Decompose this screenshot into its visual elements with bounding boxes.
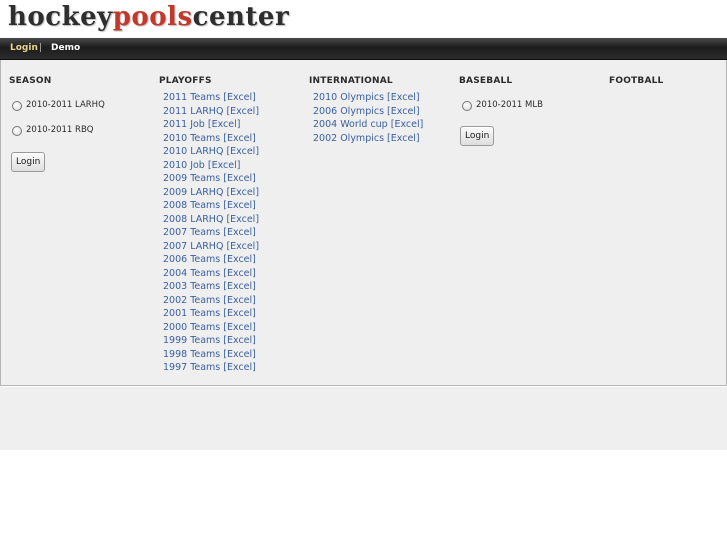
list-item: 2010 LARHQ [Excel]	[163, 145, 259, 159]
playoffs-link[interactable]: 2001 Teams [Excel]	[163, 308, 256, 319]
playoffs-link[interactable]: 2011 Teams [Excel]	[163, 92, 256, 103]
site-logo[interactable]: hockeypoolscenter	[8, 2, 289, 32]
playoffs-link[interactable]: 2010 Teams [Excel]	[163, 133, 256, 144]
list-item: 2004 World cup [Excel]	[313, 118, 423, 132]
playoffs-link[interactable]: 2008 LARHQ [Excel]	[163, 214, 259, 225]
international-link[interactable]: 2006 Olympics [Excel]	[313, 106, 420, 117]
season-radio-larhq[interactable]	[12, 101, 22, 111]
list-item: 1998 Teams [Excel]	[163, 348, 259, 362]
international-link[interactable]: 2010 Olympics [Excel]	[313, 92, 420, 103]
playoffs-link[interactable]: 1997 Teams [Excel]	[163, 362, 256, 373]
international-link[interactable]: 2004 World cup [Excel]	[313, 119, 423, 130]
playoffs-link[interactable]: 2002 Teams [Excel]	[163, 295, 256, 306]
list-item: 2006 Teams [Excel]	[163, 253, 259, 267]
list-item: 2000 Teams [Excel]	[163, 321, 259, 335]
playoffs-link-list: 2011 Teams [Excel] 2011 LARHQ [Excel] 20…	[163, 91, 259, 375]
logo-word-center: center	[192, 2, 290, 32]
playoffs-link[interactable]: 2010 LARHQ [Excel]	[163, 146, 259, 157]
playoffs-link[interactable]: 2009 LARHQ [Excel]	[163, 187, 259, 198]
season-login-button[interactable]: Login	[11, 152, 46, 172]
list-item: 2003 Teams [Excel]	[163, 280, 259, 294]
playoffs-link[interactable]: 1998 Teams [Excel]	[163, 349, 256, 360]
logo-word-hockey: hockey	[8, 2, 113, 32]
list-item: 2011 LARHQ [Excel]	[163, 105, 259, 119]
list-item: 2009 Teams [Excel]	[163, 172, 259, 186]
playoffs-link[interactable]: 2008 Teams [Excel]	[163, 200, 256, 211]
pools-panel: SEASON 2010-2011 LARHQ 2010-2011 RBQ Log…	[0, 60, 727, 386]
list-item: 2004 Teams [Excel]	[163, 267, 259, 281]
international-link[interactable]: 2002 Olympics [Excel]	[313, 133, 420, 144]
list-item: 1999 Teams [Excel]	[163, 334, 259, 348]
international-title: INTERNATIONAL	[309, 76, 393, 86]
list-item: 2007 Teams [Excel]	[163, 226, 259, 240]
playoffs-link[interactable]: 2011 Job [Excel]	[163, 119, 240, 130]
playoffs-link[interactable]: 2011 LARHQ [Excel]	[163, 106, 259, 117]
list-item: 2010 Teams [Excel]	[163, 132, 259, 146]
baseball-option-label: 2010-2011 MLB	[476, 100, 543, 110]
list-item: 2010 Olympics [Excel]	[313, 91, 423, 105]
baseball-login-button[interactable]: Login	[460, 126, 495, 146]
international-link-list: 2010 Olympics [Excel] 2006 Olympics [Exc…	[313, 91, 423, 145]
baseball-radio-mlb[interactable]	[462, 101, 472, 111]
list-item: 2002 Teams [Excel]	[163, 294, 259, 308]
nav-login-link[interactable]: Login	[10, 42, 38, 54]
nav-separator: |	[39, 43, 43, 53]
site-header: hockeypoolscenter	[0, 0, 727, 38]
logo-word-pools: pools	[112, 2, 193, 32]
playoffs-title: PLAYOFFS	[159, 76, 212, 86]
playoffs-link[interactable]: 2010 Job [Excel]	[163, 160, 240, 171]
playoffs-link[interactable]: 2009 Teams [Excel]	[163, 173, 256, 184]
season-option-label: 2010-2011 RBQ	[26, 125, 94, 135]
season-option-label: 2010-2011 LARHQ	[26, 100, 105, 110]
playoffs-link[interactable]: 2000 Teams [Excel]	[163, 322, 256, 333]
top-navbar: Login | Demo	[0, 38, 727, 60]
list-item: 2001 Teams [Excel]	[163, 307, 259, 321]
season-radio-rbq[interactable]	[12, 126, 22, 136]
football-title: FOOTBALL	[609, 76, 664, 86]
playoffs-link[interactable]: 2003 Teams [Excel]	[163, 281, 256, 292]
list-item: 2008 LARHQ [Excel]	[163, 213, 259, 227]
list-item: 2002 Olympics [Excel]	[313, 132, 423, 146]
list-item: 2007 LARHQ [Excel]	[163, 240, 259, 254]
playoffs-link[interactable]: 2007 Teams [Excel]	[163, 227, 256, 238]
playoffs-link[interactable]: 2006 Teams [Excel]	[163, 254, 256, 265]
footer-strip	[0, 387, 727, 450]
list-item: 2010 Job [Excel]	[163, 159, 259, 173]
playoffs-link[interactable]: 2004 Teams [Excel]	[163, 268, 256, 279]
playoffs-link[interactable]: 1999 Teams [Excel]	[163, 335, 256, 346]
list-item: 2009 LARHQ [Excel]	[163, 186, 259, 200]
list-item: 2011 Job [Excel]	[163, 118, 259, 132]
list-item: 1997 Teams [Excel]	[163, 361, 259, 375]
list-item: 2011 Teams [Excel]	[163, 91, 259, 105]
baseball-title: BASEBALL	[459, 76, 513, 86]
season-title: SEASON	[9, 76, 52, 86]
list-item: 2006 Olympics [Excel]	[313, 105, 423, 119]
list-item: 2008 Teams [Excel]	[163, 199, 259, 213]
nav-demo-link[interactable]: Demo	[51, 42, 80, 54]
playoffs-link[interactable]: 2007 LARHQ [Excel]	[163, 241, 259, 252]
